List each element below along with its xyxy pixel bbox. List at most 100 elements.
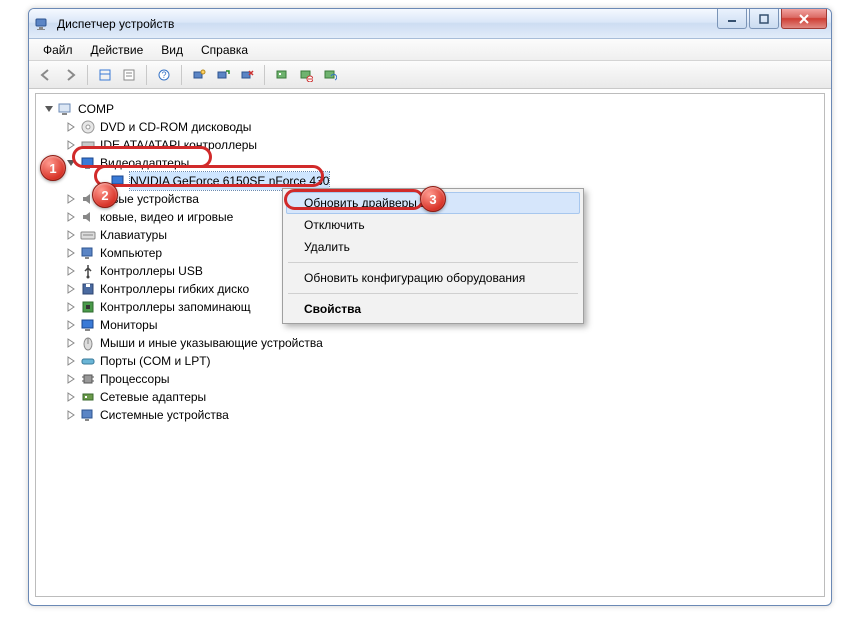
tree-item-label: Контроллеры USB	[100, 262, 203, 280]
menu-file[interactable]: Файл	[35, 41, 81, 59]
ctx-separator	[288, 293, 578, 294]
svg-text:?: ?	[161, 70, 166, 80]
chevron-right-icon[interactable]	[64, 408, 78, 422]
tree-item-label: Контроллеры запоминающ	[100, 298, 251, 316]
toolbar-separator	[181, 65, 182, 85]
tree-item-label: Мониторы	[100, 316, 157, 334]
chevron-down-icon[interactable]	[42, 102, 56, 116]
enable-button[interactable]	[319, 64, 341, 86]
chevron-right-icon[interactable]	[64, 192, 78, 206]
show-hidden-button[interactable]	[94, 64, 116, 86]
keyboard-icon	[80, 227, 96, 243]
ctx-disable[interactable]: Отключить	[286, 214, 580, 236]
tree-node-system[interactable]: Системные устройства	[64, 406, 820, 424]
disable-button[interactable]	[295, 64, 317, 86]
tree-item-label: Системные устройства	[100, 406, 229, 424]
menubar: Файл Действие Вид Справка	[29, 39, 831, 61]
tree-root[interactable]: COMP	[42, 100, 820, 118]
annotation-badge-1: 1	[40, 155, 66, 181]
chevron-right-icon[interactable]	[64, 354, 78, 368]
tree-item-label: Клавиатуры	[100, 226, 167, 244]
toolbar: ?	[29, 61, 831, 89]
annotation-badge-3: 3	[420, 186, 446, 212]
chevron-right-icon[interactable]	[64, 300, 78, 314]
forward-button[interactable]	[59, 64, 81, 86]
device-manager-window: Диспетчер устройств Файл Действие Вид Сп…	[28, 8, 832, 606]
titlebar[interactable]: Диспетчер устройств	[29, 9, 831, 39]
chevron-right-icon[interactable]	[64, 246, 78, 260]
controller-icon	[80, 137, 96, 153]
tree-node-network[interactable]: Сетевые адаптеры	[64, 388, 820, 406]
tree-item-label: Контроллеры гибких диско	[100, 280, 249, 298]
update-driver-button[interactable]	[212, 64, 234, 86]
scan-hw-changes-button[interactable]	[271, 64, 293, 86]
ctx-item-label: Удалить	[304, 240, 350, 254]
chevron-right-icon[interactable]	[64, 282, 78, 296]
minimize-button[interactable]	[717, 9, 747, 29]
back-button[interactable]	[35, 64, 57, 86]
tree-item-label: Видеоадаптеры	[100, 154, 189, 172]
tree-item-label: IDE ATA/ATAPI контроллеры	[100, 136, 257, 154]
chevron-right-icon[interactable]	[64, 390, 78, 404]
device-tree-panel: COMP DVD и CD-ROM дисководы IDE ATA/ATAP…	[35, 93, 825, 597]
tree-item-label: Сетевые адаптеры	[100, 388, 206, 406]
system-icon	[80, 407, 96, 423]
window-controls	[717, 9, 827, 29]
chevron-right-icon[interactable]	[64, 264, 78, 278]
tree-node-ports[interactable]: Порты (COM и LPT)	[64, 352, 820, 370]
computer-icon	[58, 101, 74, 117]
badge-text: 3	[429, 192, 436, 207]
tree-node-dvd[interactable]: DVD и CD-ROM дисководы	[64, 118, 820, 136]
tree-item-label: ковые, видео и игровые	[100, 208, 233, 226]
display-adapter-icon	[80, 155, 96, 171]
tree-item-label: DVD и CD-ROM дисководы	[100, 118, 251, 136]
ctx-properties[interactable]: Свойства	[286, 298, 580, 320]
tree-item-label: Процессоры	[100, 370, 170, 388]
audio-icon	[80, 209, 96, 225]
port-icon	[80, 353, 96, 369]
tree-node-mice[interactable]: Мыши и иные указывающие устройства	[64, 334, 820, 352]
chevron-right-icon[interactable]	[64, 336, 78, 350]
chip-icon	[80, 299, 96, 315]
properties-button[interactable]	[118, 64, 140, 86]
ctx-scan-hw[interactable]: Обновить конфигурацию оборудования	[286, 267, 580, 289]
chevron-right-icon[interactable]	[64, 120, 78, 134]
toolbar-separator	[264, 65, 265, 85]
close-button[interactable]	[781, 9, 827, 29]
badge-text: 1	[49, 161, 56, 176]
window-title: Диспетчер устройств	[57, 17, 174, 31]
scan-button[interactable]	[188, 64, 210, 86]
tree-item-label: Компьютер	[100, 244, 162, 262]
monitor-icon	[80, 317, 96, 333]
toolbar-separator	[146, 65, 147, 85]
toolbar-separator	[87, 65, 88, 85]
badge-text: 2	[101, 188, 108, 203]
network-icon	[80, 389, 96, 405]
computer-icon	[80, 245, 96, 261]
tree-node-processors[interactable]: Процессоры	[64, 370, 820, 388]
tree-node-ide[interactable]: IDE ATA/ATAPI контроллеры	[64, 136, 820, 154]
chevron-right-icon[interactable]	[64, 210, 78, 224]
cpu-icon	[80, 371, 96, 387]
tree-node-video-adapters[interactable]: Видеоадаптеры	[64, 154, 820, 172]
device-manager-icon	[35, 16, 51, 32]
ctx-item-label: Свойства	[304, 302, 361, 316]
disc-icon	[80, 119, 96, 135]
uninstall-button[interactable]	[236, 64, 258, 86]
help-button[interactable]: ?	[153, 64, 175, 86]
tree-root-label: COMP	[78, 100, 114, 118]
ctx-separator	[288, 262, 578, 263]
chevron-right-icon[interactable]	[64, 138, 78, 152]
ctx-item-label: Обновить конфигурацию оборудования	[304, 271, 525, 285]
menu-action[interactable]: Действие	[83, 41, 152, 59]
ctx-delete[interactable]: Удалить	[286, 236, 580, 258]
menu-help[interactable]: Справка	[193, 41, 256, 59]
maximize-button[interactable]	[749, 9, 779, 29]
chevron-right-icon[interactable]	[64, 318, 78, 332]
chevron-right-icon[interactable]	[64, 372, 78, 386]
usb-icon	[80, 263, 96, 279]
menu-view[interactable]: Вид	[153, 41, 191, 59]
chevron-right-icon[interactable]	[64, 228, 78, 242]
ctx-item-label: Отключить	[304, 218, 365, 232]
chevron-down-icon[interactable]	[64, 156, 78, 170]
